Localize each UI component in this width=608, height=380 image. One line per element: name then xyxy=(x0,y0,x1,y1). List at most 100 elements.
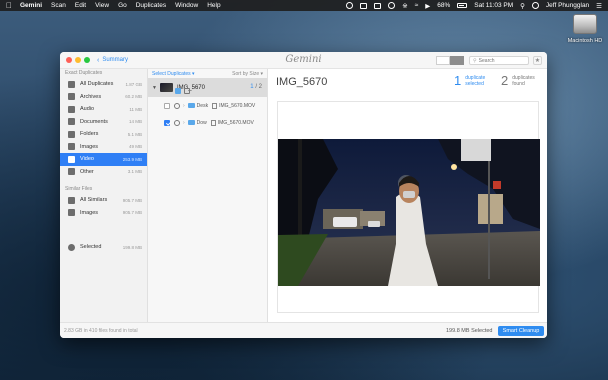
duplicate-group-row[interactable]: ▼ IMG_5670 1 / 2 xyxy=(148,78,267,97)
sort-by-dropdown[interactable]: Sort by Size ▾ xyxy=(232,71,263,77)
list-view-icon[interactable] xyxy=(436,56,450,65)
back-to-summary-button[interactable]: ‹ Summary xyxy=(97,57,128,64)
detail-pane: IMG_5670 1 duplicate selected 2 duplicat… xyxy=(268,69,547,322)
detail-title: IMG_5670 xyxy=(276,76,328,88)
movie-file-icon xyxy=(210,119,216,126)
menu-edit[interactable]: Edit xyxy=(75,2,86,9)
document-icon xyxy=(68,118,75,126)
finder-icon[interactable] xyxy=(175,88,181,94)
menu-view[interactable]: View xyxy=(95,2,109,9)
selected-count: 1 xyxy=(250,84,254,90)
video-preview[interactable] xyxy=(278,139,540,286)
hard-drive-icon xyxy=(573,14,597,34)
disclosure-triangle-icon[interactable]: ▼ xyxy=(152,85,157,91)
sidebar: Exact Duplicates All Duplicates 1.87 GB … xyxy=(60,69,148,322)
volume-icon[interactable]: ▶ xyxy=(425,2,430,10)
search-icon: ⚲ xyxy=(473,57,477,64)
file-list: Select Duplicates ▾ Sort by Size ▾ ▼ IMG… xyxy=(148,69,268,322)
file-row[interactable]: › Dow IMG_5670.MOV xyxy=(148,114,267,131)
sidebar-item-documents[interactable]: Documents 14 MB xyxy=(60,116,147,129)
stat-label: duplicate selected xyxy=(465,74,486,87)
close-button[interactable] xyxy=(66,57,72,63)
file-checkbox[interactable] xyxy=(164,102,170,109)
path-separator: › xyxy=(183,119,185,126)
image-icon xyxy=(68,209,75,217)
sidebar-item-size: 5.1 MB xyxy=(127,131,142,137)
desktop-drive[interactable]: Macintosh HD xyxy=(565,14,605,44)
title-bar: ‹ Summary Gemini ⚲ ★ xyxy=(60,52,547,69)
menu-scan[interactable]: Scan xyxy=(51,2,66,9)
screen-icon[interactable] xyxy=(374,2,382,9)
bluetooth-icon[interactable]: ※ xyxy=(402,2,407,10)
sidebar-item-folders[interactable]: Folders 5.1 MB xyxy=(60,128,147,141)
bottom-bar: 2.83 GB in 410 files found in total 199.… xyxy=(60,322,547,338)
preview-frame xyxy=(277,101,540,313)
menu-window[interactable]: Window xyxy=(175,2,198,9)
file-row[interactable]: › Desk IMG_5670.MOV xyxy=(148,97,267,114)
similar-files-header: Similar Files xyxy=(65,186,93,192)
similars-icon xyxy=(68,196,75,204)
drive-label: Macintosh HD xyxy=(567,38,603,44)
menu-duplicates[interactable]: Duplicates xyxy=(136,2,166,9)
minimize-button[interactable] xyxy=(75,57,81,63)
archive-icon xyxy=(68,93,75,101)
sidebar-item-archives[interactable]: Archives 60.2 MB xyxy=(60,91,147,104)
preview-eye-icon[interactable] xyxy=(174,102,180,109)
stat-number: 1 xyxy=(454,73,462,88)
total-summary: 2.83 GB in 410 files found in total xyxy=(64,328,138,334)
apple-icon[interactable]:  xyxy=(6,1,14,10)
total-count: 2 xyxy=(258,84,262,90)
sidebar-item-size: 905.7 MB xyxy=(122,210,142,216)
share-icon[interactable] xyxy=(184,88,190,94)
back-label: Summary xyxy=(102,57,129,63)
chevron-left-icon: ‹ xyxy=(97,56,100,64)
sidebar-item-size: 11 MB xyxy=(129,106,142,112)
smart-cleanup-button[interactable]: Smart Cleanup xyxy=(498,326,544,336)
file-name: IMG_5670.MOV xyxy=(217,119,254,126)
duplicates-found-stat: 2 duplicates found xyxy=(501,73,542,88)
sidebar-item-images[interactable]: Images 49 MB xyxy=(60,141,147,154)
preview-eye-icon[interactable] xyxy=(174,119,180,126)
file-name: IMG_5670.MOV xyxy=(219,102,256,109)
menu-go[interactable]: Go xyxy=(118,2,127,9)
search-box[interactable]: ⚲ xyxy=(469,56,529,65)
grid-view-icon[interactable] xyxy=(450,56,464,65)
sidebar-item-label: Audio xyxy=(80,106,95,113)
clock-menu-icon[interactable] xyxy=(388,2,396,9)
menu-help[interactable]: Help xyxy=(207,2,220,9)
wifi-icon[interactable]: ≈ xyxy=(415,2,419,9)
sidebar-item-similar-images[interactable]: Images 905.7 MB xyxy=(60,207,147,220)
search-input[interactable] xyxy=(478,57,529,64)
status-icon[interactable] xyxy=(346,2,354,9)
sidebar-item-label: Documents xyxy=(80,118,108,125)
siri-icon[interactable] xyxy=(531,2,539,9)
menu-user[interactable]: Jeff Phungglan xyxy=(546,2,589,9)
select-duplicates-dropdown[interactable]: Select Duplicates ▾ xyxy=(152,71,195,77)
sidebar-item-selected[interactable]: Selected 199.8 MB xyxy=(60,241,147,254)
cloud-icon[interactable] xyxy=(360,2,368,9)
menu-bar:  Gemini Scan Edit View Go Duplicates Wi… xyxy=(0,0,608,11)
file-checkbox[interactable] xyxy=(164,119,170,126)
star-icon[interactable]: ★ xyxy=(533,56,542,65)
sidebar-item-video[interactable]: Video 253.9 MB xyxy=(60,153,147,166)
video-icon xyxy=(68,155,75,163)
sidebar-item-other[interactable]: Other 3.1 MB xyxy=(60,166,147,179)
search-spotlight-icon[interactable]: ⚲ xyxy=(520,2,525,10)
folder-icon xyxy=(187,103,195,108)
menu-clock[interactable]: Sat 11:03 PM xyxy=(474,2,513,9)
sidebar-item-label: Images xyxy=(80,209,99,216)
file-folder: Desk xyxy=(196,102,209,109)
sidebar-item-all-duplicates[interactable]: All Duplicates 1.87 GB xyxy=(60,78,147,91)
sidebar-item-all-similars[interactable]: All Similars 905.7 MB xyxy=(60,194,147,207)
notification-center-icon[interactable]: ☰ xyxy=(596,2,602,10)
sidebar-item-audio[interactable]: Audio 11 MB xyxy=(60,103,147,116)
sidebar-item-size: 253.9 MB xyxy=(122,156,142,162)
battery-percent[interactable]: 68% xyxy=(437,2,450,9)
zoom-button[interactable] xyxy=(84,57,90,63)
sidebar-item-size: 199.8 MB xyxy=(122,244,142,250)
battery-icon[interactable] xyxy=(457,3,468,8)
exact-duplicates-header: Exact Duplicates xyxy=(65,70,103,76)
menu-app-name[interactable]: Gemini xyxy=(20,2,42,9)
duplicates-icon xyxy=(68,80,75,88)
